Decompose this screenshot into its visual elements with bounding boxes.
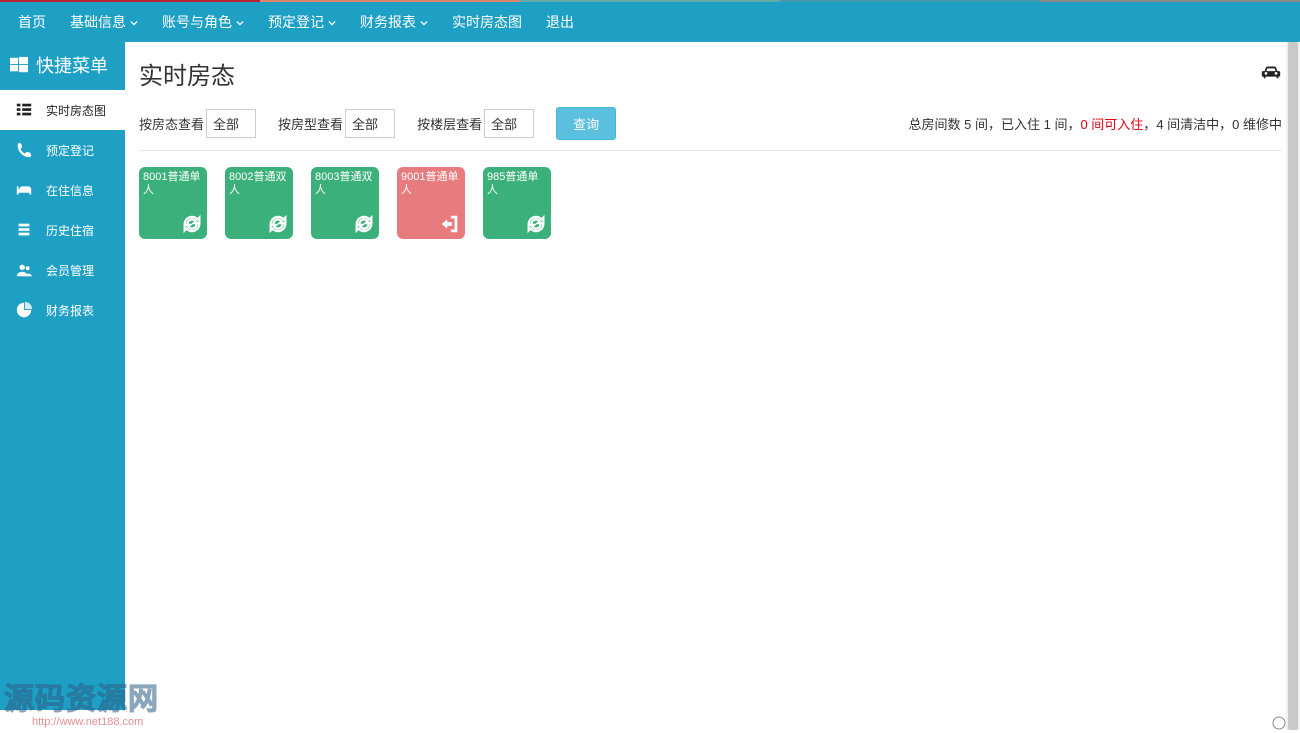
sidebar-item-label: 在住信息 — [46, 182, 94, 199]
filter-floor-label: 按楼层查看 — [417, 114, 482, 133]
room-label: 8003普通双人 — [315, 171, 375, 197]
sidebar-item-0[interactable]: 实时房态图 — [0, 90, 125, 130]
room-label: 8001普通单人 — [143, 171, 203, 197]
chevron-down-icon — [236, 2, 244, 42]
room-card[interactable]: 985普通单人 — [483, 167, 551, 239]
chevron-down-icon — [420, 2, 428, 42]
room-card[interactable]: 8001普通单人 — [139, 167, 207, 239]
chevron-down-icon — [328, 2, 336, 42]
sidebar-item-4[interactable]: 会员管理 — [0, 250, 125, 290]
top-nav: 首页基础信息账号与角色预定登记财务报表实时房态图退出 — [0, 2, 1300, 42]
watermark-url: http://www.net188.com — [32, 716, 159, 728]
nav-item-label: 账号与角色 — [162, 2, 232, 42]
nav-item-3[interactable]: 预定登记 — [256, 2, 348, 42]
stats-available: 0 间可入住 — [1080, 117, 1143, 132]
stats-summary: 总房间数 5 间，已入住 1 间，0 间可入住，4 间清洁中，0 维修中 — [908, 114, 1282, 133]
room-card[interactable]: 8002普通双人 — [225, 167, 293, 239]
sidebar-item-label: 预定登记 — [46, 142, 94, 159]
sidebar-item-1[interactable]: 预定登记 — [0, 130, 125, 170]
page-title: 实时房态 — [139, 56, 235, 91]
room-card[interactable]: 8003普通双人 — [311, 167, 379, 239]
sidebar-item-2[interactable]: 在住信息 — [0, 170, 125, 210]
room-label: 9001普通单人 — [401, 171, 461, 197]
nav-item-label: 财务报表 — [360, 2, 416, 42]
filter-status-select[interactable]: 全部 — [206, 109, 256, 138]
sidebar-item-label: 会员管理 — [46, 262, 94, 279]
refresh-icon — [181, 213, 203, 235]
nav-item-2[interactable]: 账号与角色 — [150, 2, 256, 42]
scrollbar-thumb[interactable] — [1288, 42, 1298, 730]
sidebar-item-5[interactable]: 财务报表 — [0, 290, 125, 330]
filter-row: 按房态查看 全部 按房型查看 全部 按楼层查看 全部 查询 总房间数 5 间，已… — [139, 107, 1282, 140]
room-label: 8002普通双人 — [229, 171, 289, 197]
main-content: 实时房态 按房态查看 全部 按房型查看 全部 按楼层查看 全部 — [125, 42, 1300, 710]
room-grid: 8001普通单人 8002普通双人 8003普通双人 9001普通单人 985普通单人 — [139, 167, 1282, 239]
divider — [139, 150, 1282, 151]
chevron-down-icon — [130, 2, 138, 42]
sidebar-title: 快捷菜单 — [36, 52, 108, 78]
filter-floor-select[interactable]: 全部 — [484, 109, 534, 138]
resize-grip-icon — [1272, 716, 1286, 730]
room-label: 985普通单人 — [487, 171, 547, 197]
vertical-scrollbar[interactable] — [1286, 42, 1300, 730]
filter-status-label: 按房态查看 — [139, 114, 204, 133]
stats-checked-label: 已入住 — [1001, 117, 1044, 132]
room-card[interactable]: 9001普通单人 — [397, 167, 465, 239]
stats-total-unit: 间， — [971, 117, 1001, 132]
stats-cleaning: 4 间清洁中， — [1156, 117, 1232, 132]
stats-checked-value: 1 — [1044, 117, 1051, 132]
nav-item-4[interactable]: 财务报表 — [348, 2, 440, 42]
refresh-icon — [525, 213, 547, 235]
nav-item-label: 预定登记 — [268, 2, 324, 42]
bed-icon — [14, 180, 34, 200]
stats-repair: 0 维修中 — [1232, 117, 1282, 132]
stack-icon — [14, 220, 34, 240]
nav-item-1[interactable]: 基础信息 — [58, 2, 150, 42]
stats-checked-unit: 间， — [1051, 117, 1081, 132]
pie-icon — [14, 300, 34, 320]
filter-type-value: 全部 — [352, 117, 378, 132]
nav-item-5[interactable]: 实时房态图 — [440, 2, 534, 42]
query-button[interactable]: 查询 — [556, 107, 616, 140]
filter-floor-value: 全部 — [491, 117, 517, 132]
nav-item-label: 基础信息 — [70, 2, 126, 42]
sidebar-item-label: 实时房态图 — [46, 102, 106, 119]
list-icon — [14, 100, 34, 120]
sidebar-header: 快捷菜单 — [0, 42, 125, 90]
sidebar: 快捷菜单 实时房态图预定登记在住信息历史住宿会员管理财务报表 — [0, 42, 125, 710]
sidebar-item-label: 历史住宿 — [46, 222, 94, 239]
phone-icon — [14, 140, 34, 160]
filter-status-value: 全部 — [213, 117, 239, 132]
refresh-icon — [267, 213, 289, 235]
stats-sep1: ， — [1143, 117, 1156, 132]
user-icon — [14, 260, 34, 280]
filter-type-select[interactable]: 全部 — [345, 109, 395, 138]
windows-icon — [10, 56, 28, 74]
nav-item-label: 实时房态图 — [452, 2, 522, 42]
sidebar-item-3[interactable]: 历史住宿 — [0, 210, 125, 250]
nav-item-label: 退出 — [546, 2, 574, 42]
stats-total-label: 总房间数 — [908, 117, 964, 132]
filter-type-label: 按房型查看 — [278, 114, 343, 133]
nav-item-label: 首页 — [18, 2, 46, 42]
nav-item-0[interactable]: 首页 — [6, 2, 58, 42]
refresh-icon — [353, 213, 375, 235]
enter-icon — [439, 213, 461, 235]
car-icon[interactable] — [1260, 61, 1282, 86]
nav-item-6[interactable]: 退出 — [534, 2, 586, 42]
sidebar-item-label: 财务报表 — [46, 302, 94, 319]
